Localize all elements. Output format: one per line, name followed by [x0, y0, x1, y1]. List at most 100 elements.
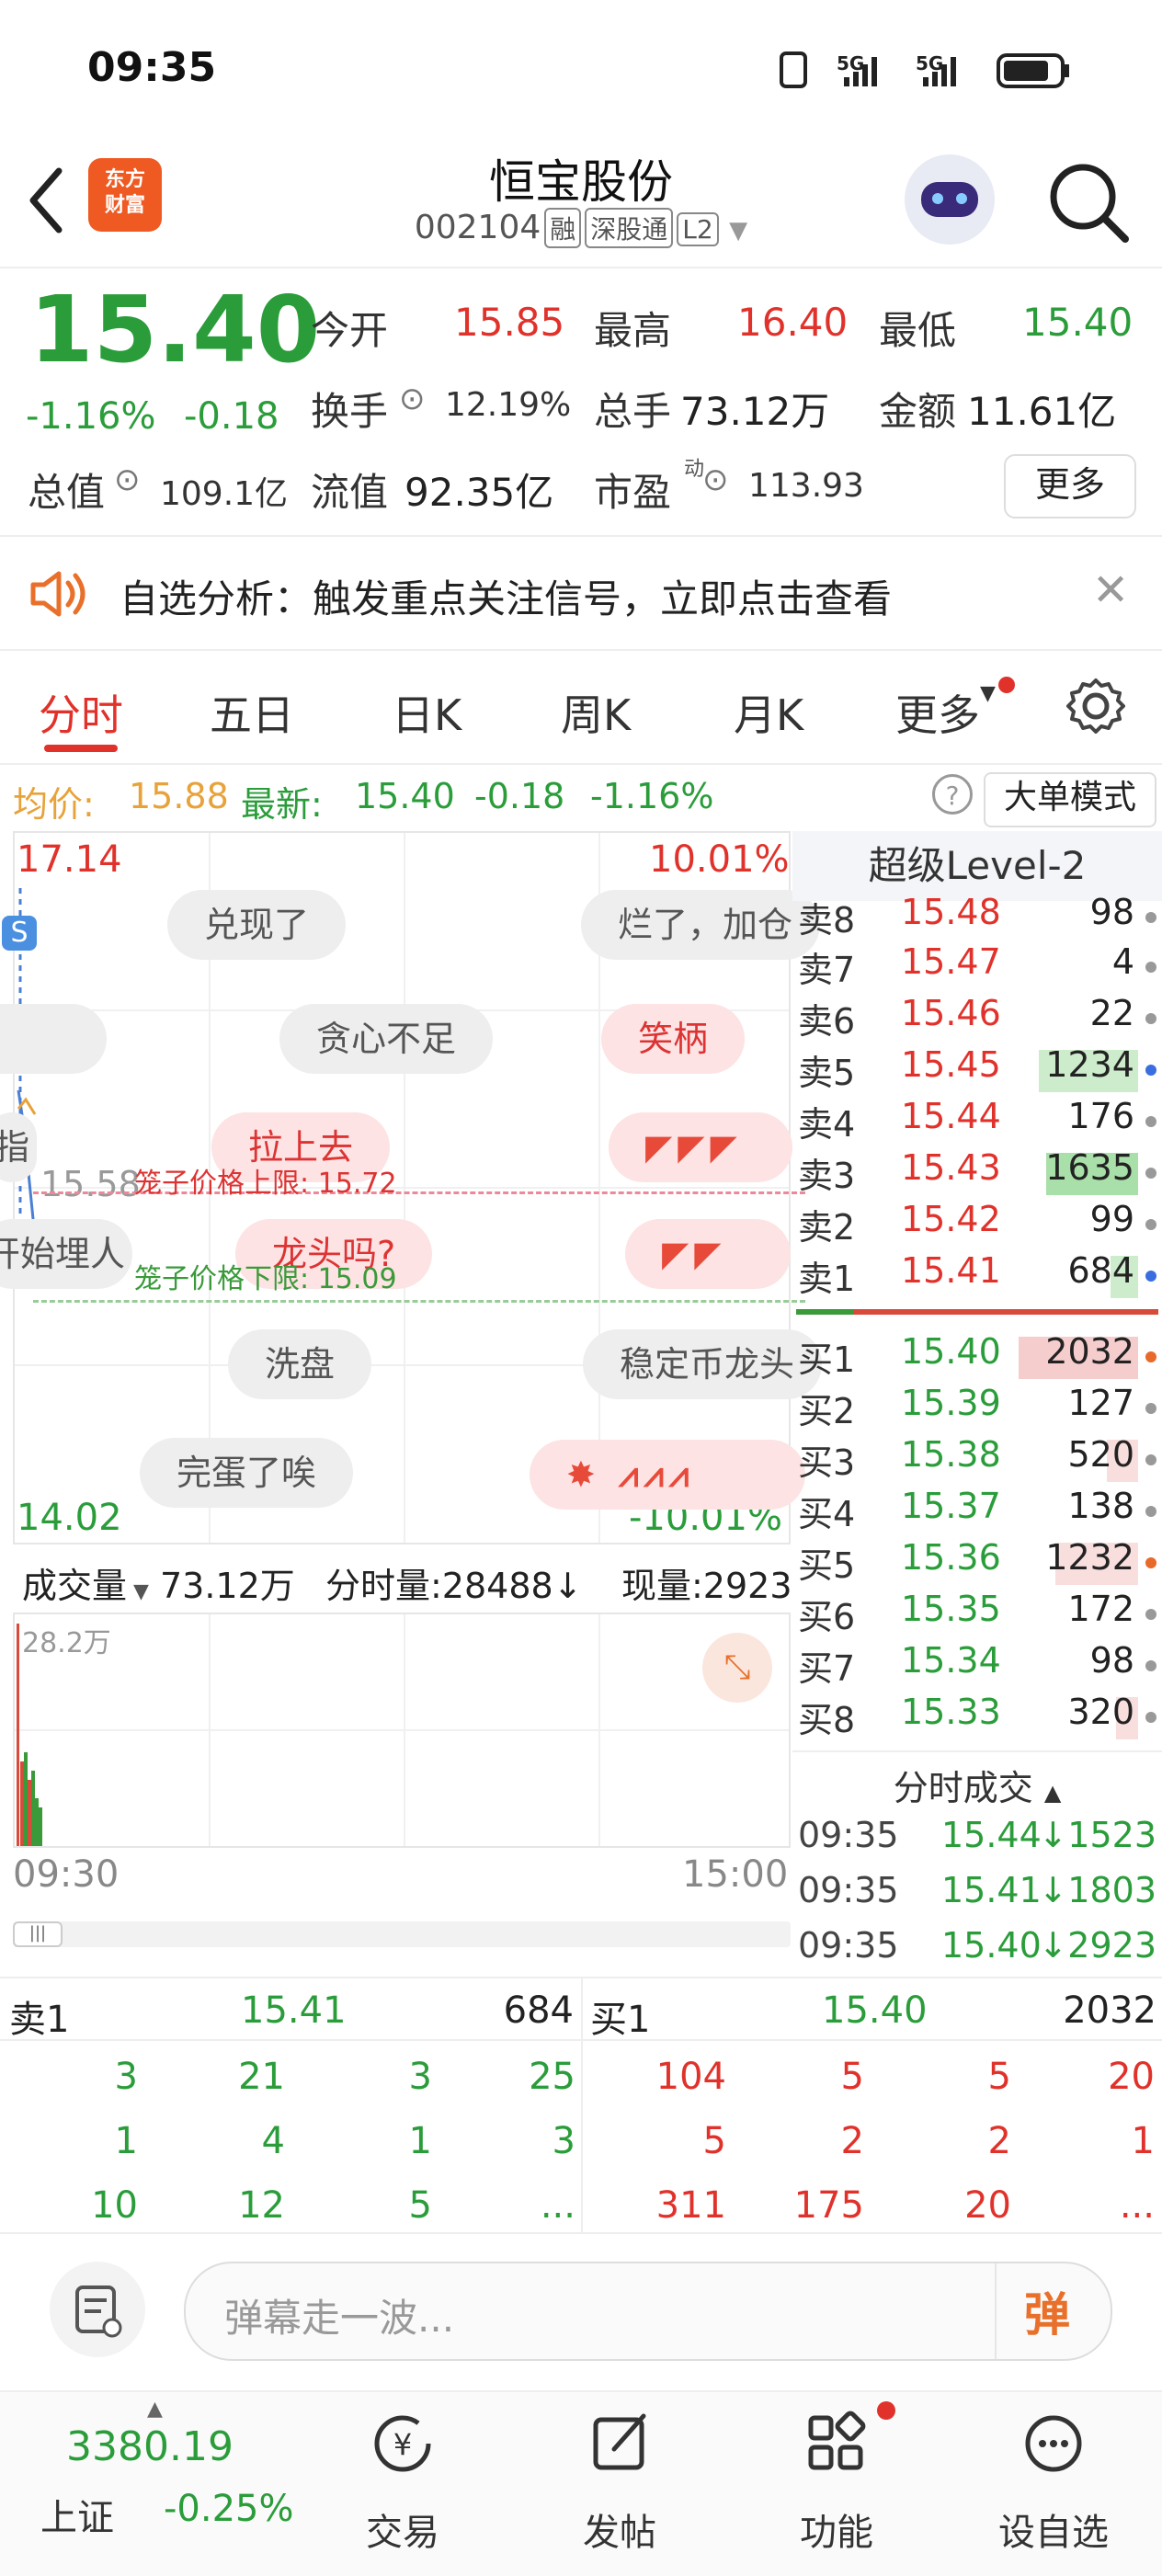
ask-vol: 1635	[1045, 1147, 1134, 1188]
danmu-bubble[interactable]: 笑柄	[601, 1004, 746, 1074]
tab-more[interactable]: 更多▼	[895, 682, 996, 743]
gear-icon[interactable]	[1066, 677, 1125, 735]
more-dots-icon[interactable]	[971, 2407, 1136, 2494]
index-change[interactable]: -0.25%	[164, 2488, 294, 2530]
expand-icon[interactable]: ⤡	[702, 1633, 772, 1703]
tab-daily-k[interactable]: 日K	[392, 682, 461, 743]
dot	[1145, 1271, 1156, 1282]
more-button[interactable]: 更多	[1004, 454, 1136, 519]
danmu-bubble-partial[interactable]	[0, 1004, 107, 1074]
bid-row[interactable]: 买3 15.38 520	[798, 1434, 1156, 1486]
ask-row[interactable]: 卖4 15.44 176	[798, 1096, 1156, 1147]
danmu-bubble[interactable]: 贪心不足	[279, 1004, 494, 1074]
ask-row[interactable]: 卖2 15.42 99	[798, 1199, 1156, 1250]
status-bar: 09:35 5G 5G	[0, 0, 1162, 138]
volume-chart[interactable]: 28.2万 ⤡	[13, 1613, 791, 1848]
bid-row[interactable]: 买8 15.33 320	[798, 1692, 1156, 1743]
ask-row[interactable]: 卖7 15.47 4	[798, 941, 1156, 993]
search-icon[interactable]	[1044, 158, 1133, 246]
trade-time: 09:35	[798, 1815, 899, 1855]
robot-assistant-icon[interactable]	[905, 154, 995, 245]
speaker-icon	[30, 571, 85, 617]
volume-selector[interactable]: 成交量 ▼	[22, 1557, 149, 1608]
notice-bar[interactable]: 自选分析：触发重点关注信号，立即点击查看 ✕	[0, 535, 1162, 651]
level2-title[interactable]: 超级Level-2	[792, 831, 1162, 901]
ask-row[interactable]: 卖3 15.43 1635	[798, 1147, 1156, 1199]
nav-functions[interactable]: 功能	[754, 2502, 919, 2556]
danmu-input[interactable]: 弹幕走一波... 弹	[184, 2262, 1112, 2361]
danmu-bubble-icons[interactable]: ◤◤◤	[609, 1112, 792, 1182]
trade-row: 09:35 15.44 ↓1523	[798, 1815, 1156, 1866]
compose-icon[interactable]	[537, 2407, 702, 2494]
intraday-chart[interactable]: 17.14 10.01% 14.02 -10.01% 15.58 S 涨 兑现了…	[0, 831, 822, 1544]
info-icon[interactable]: ⊙	[399, 381, 426, 417]
ask-row[interactable]: 卖6 15.46 22	[798, 993, 1156, 1044]
badge-s[interactable]: S	[2, 916, 37, 951]
info-icon[interactable]: ⊙	[114, 462, 141, 498]
danmu-bubble-icons[interactable]: ✸ ⩘⩘⩘	[530, 1440, 805, 1510]
queue-cell: 20	[1108, 2056, 1155, 2098]
trade-price: 15.41	[941, 1870, 1042, 1910]
danmu-bubble-partial[interactable]: 开始埋人	[0, 1219, 133, 1289]
danmu-toggle-button[interactable]: 弹	[1024, 2278, 1070, 2344]
bid-vol: 320	[1067, 1692, 1134, 1732]
svg-text:5G: 5G	[837, 52, 864, 74]
help-icon[interactable]: ?	[932, 774, 973, 815]
nav-trade[interactable]: 交易	[320, 2502, 485, 2556]
ask-vol: 1234	[1045, 1044, 1134, 1085]
tab-weekly-k[interactable]: 周K	[561, 682, 631, 743]
ask-row[interactable]: 卖5 15.45 1234	[798, 1044, 1156, 1096]
notes-icon[interactable]	[50, 2262, 145, 2357]
bid-row[interactable]: 买5 15.36 1232	[798, 1537, 1156, 1589]
tag-connect: 深股通	[585, 208, 674, 248]
bid-vol: 520	[1067, 1434, 1134, 1475]
ask-row[interactable]: 卖1 15.41 684	[798, 1250, 1156, 1302]
trades-title[interactable]: 分时成交 ▲	[792, 1760, 1162, 1810]
close-icon[interactable]: ✕	[1092, 564, 1129, 616]
danmu-bubble[interactable]: 洗盘	[228, 1329, 372, 1399]
bid-vol: 127	[1067, 1383, 1134, 1423]
info-icon[interactable]: ⊙	[702, 462, 729, 498]
chevron-up-icon[interactable]: ▲	[147, 2398, 163, 2421]
index-name[interactable]: 上证	[40, 2488, 114, 2541]
danmu-bubble[interactable]: 完蛋了唉	[140, 1438, 354, 1508]
sell1-price: 15.41	[241, 1989, 347, 2032]
chevron-down-icon: ▼	[980, 682, 996, 705]
volume-max: 28.2万	[22, 1627, 111, 1659]
danmu-bubble[interactable]: 兑现了	[167, 890, 347, 960]
trade-icon[interactable]: ¥	[320, 2407, 485, 2494]
bid-label: 买2	[798, 1391, 856, 1431]
tab-intraday[interactable]: 分时	[39, 682, 123, 743]
dot	[1145, 1065, 1156, 1076]
dropdown-icon[interactable]: ▼	[729, 217, 747, 245]
trade-row: 09:35 15.41 ↓1803	[798, 1870, 1156, 1921]
nav-add-watchlist[interactable]: 设自选	[971, 2502, 1136, 2556]
dot	[1145, 1013, 1156, 1024]
bid-row[interactable]: 买4 15.37 138	[798, 1486, 1156, 1537]
time-scrollbar[interactable]: |||	[13, 1921, 791, 1947]
chart-tabs: 分时 五日 日K 周K 月K 更多▼	[0, 649, 1162, 765]
sell1-label: 卖1	[9, 1999, 70, 2041]
big-order-mode-button[interactable]: 大单模式	[984, 772, 1156, 827]
tab-monthly-k[interactable]: 月K	[734, 682, 803, 743]
bid-row[interactable]: 买7 15.34 98	[798, 1640, 1156, 1692]
ask-label: 卖8	[798, 900, 856, 940]
scroll-handle[interactable]: |||	[13, 1921, 63, 1947]
danmu-bubble[interactable]: 烂了，加仓	[581, 890, 820, 960]
danmu-bubble[interactable]: 稳定币龙头	[583, 1329, 822, 1399]
apps-icon[interactable]	[754, 2407, 919, 2494]
svg-text:5G: 5G	[916, 52, 943, 74]
danmu-bubble-icons[interactable]: ◤◤	[625, 1219, 791, 1289]
nav-post[interactable]: 发帖	[537, 2502, 702, 2556]
ask-row[interactable]: 卖8 15.48 98	[798, 892, 1156, 943]
tab-more-label: 更多	[895, 690, 980, 740]
tab-five-day[interactable]: 五日	[210, 682, 294, 743]
ask-price: 15.43	[901, 1147, 1001, 1188]
buy1-label: 买1	[590, 1999, 651, 2041]
danmu-bubble-partial[interactable]: 指	[0, 1112, 38, 1182]
bid-row[interactable]: 买1 15.40 2032	[798, 1331, 1156, 1383]
bid-row[interactable]: 买6 15.35 172	[798, 1589, 1156, 1640]
bid-label: 买8	[798, 1700, 856, 1740]
bid-row[interactable]: 买2 15.39 127	[798, 1383, 1156, 1434]
index-value[interactable]: 3380.19	[66, 2423, 234, 2470]
